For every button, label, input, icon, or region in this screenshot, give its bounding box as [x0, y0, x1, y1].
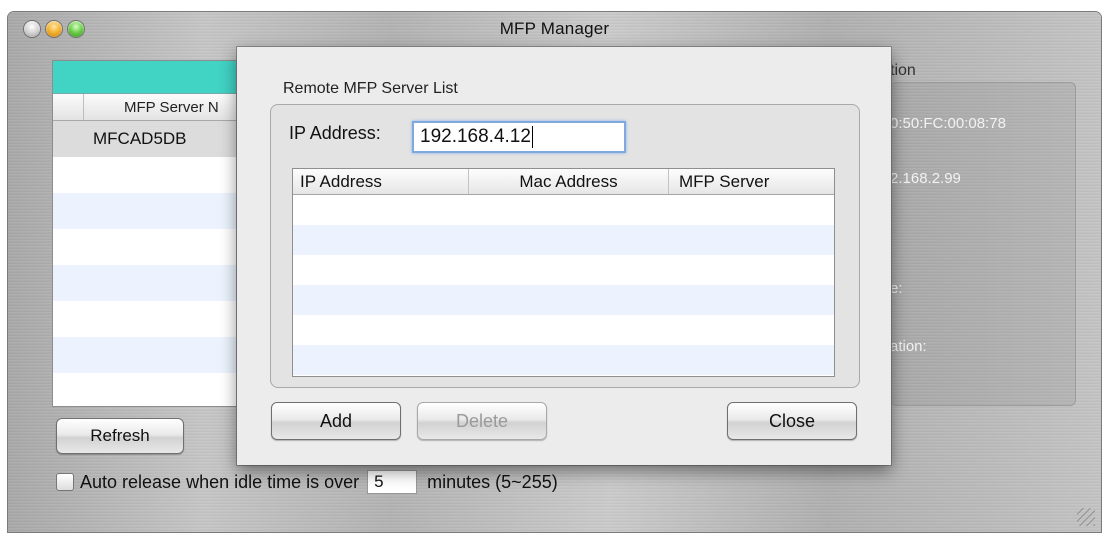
window-title: MFP Manager [499, 19, 610, 38]
close-button[interactable]: Close [727, 402, 857, 440]
info-label-fragment-1: e: [890, 280, 903, 297]
table-row-empty[interactable] [53, 229, 249, 265]
table-row-empty[interactable] [53, 337, 249, 373]
list-row-empty[interactable] [293, 255, 834, 285]
ip-address-input[interactable]: 192.168.4.12 [412, 121, 626, 153]
table-row-empty[interactable] [53, 157, 249, 193]
table-header: MFP Server N [53, 94, 249, 121]
ip-address-value: 192.168.4.12 [420, 126, 531, 147]
info-ip-fragment: 2.168.2.99 [890, 170, 961, 187]
header-mfp-server-name[interactable]: MFP Server N [84, 99, 219, 116]
server-name-cell: MFCAD5DB [93, 129, 187, 148]
minimize-light-icon[interactable] [46, 21, 62, 37]
add-button[interactable]: Add [271, 402, 401, 440]
column-ip-address[interactable]: IP Address [293, 169, 469, 194]
mfp-manager-window: MFP Manager MFP Server N MFCAD5DB tion 0… [8, 12, 1101, 532]
column-mfp-server[interactable]: MFP Server [669, 169, 834, 194]
table-banner [53, 61, 249, 94]
title-bar[interactable]: MFP Manager [8, 12, 1101, 46]
list-row-empty[interactable] [293, 195, 834, 225]
info-mac-fragment: 0:50:FC:00:08:78 [890, 115, 1006, 132]
text-caret [531, 126, 533, 148]
refresh-button[interactable]: Refresh [56, 418, 184, 454]
group-title: Remote MFP Server List [283, 80, 458, 97]
list-row-empty[interactable] [293, 285, 834, 315]
auto-release-checkbox[interactable] [56, 473, 74, 491]
table-row-empty[interactable] [53, 373, 249, 409]
auto-release-row: Auto release when idle time is over 5 mi… [56, 470, 558, 494]
table-row-empty[interactable] [53, 301, 249, 337]
column-mac-address[interactable]: Mac Address [469, 169, 669, 194]
header-blank-cell [53, 94, 84, 120]
mfp-server-table[interactable]: MFP Server N MFCAD5DB [52, 60, 250, 407]
delete-button[interactable]: Delete [417, 402, 547, 440]
idle-range-label: minutes (5~255) [427, 471, 558, 492]
table-row[interactable]: MFCAD5DB [53, 121, 249, 157]
remote-server-sheet: Remote MFP Server List IP Address: 192.1… [237, 47, 891, 465]
info-label-fragment-2: ation: [890, 338, 927, 355]
resize-grip-icon[interactable] [1077, 508, 1095, 526]
remote-server-list[interactable]: IP Address Mac Address MFP Server [292, 168, 835, 377]
ip-address-label: IP Address: [289, 123, 381, 143]
table-row-empty[interactable] [53, 193, 249, 229]
idle-time-input[interactable]: 5 [367, 470, 418, 494]
zoom-light-icon[interactable] [68, 21, 84, 37]
list-row-empty[interactable] [293, 225, 834, 255]
list-header: IP Address Mac Address MFP Server [293, 169, 834, 195]
window-controls [24, 21, 84, 37]
list-row-empty[interactable] [293, 345, 834, 375]
table-row-empty[interactable] [53, 265, 249, 301]
auto-release-label: Auto release when idle time is over [80, 471, 360, 492]
info-panel-title: tion [890, 62, 916, 79]
close-light-icon[interactable] [24, 21, 40, 37]
list-row-empty[interactable] [293, 315, 834, 345]
